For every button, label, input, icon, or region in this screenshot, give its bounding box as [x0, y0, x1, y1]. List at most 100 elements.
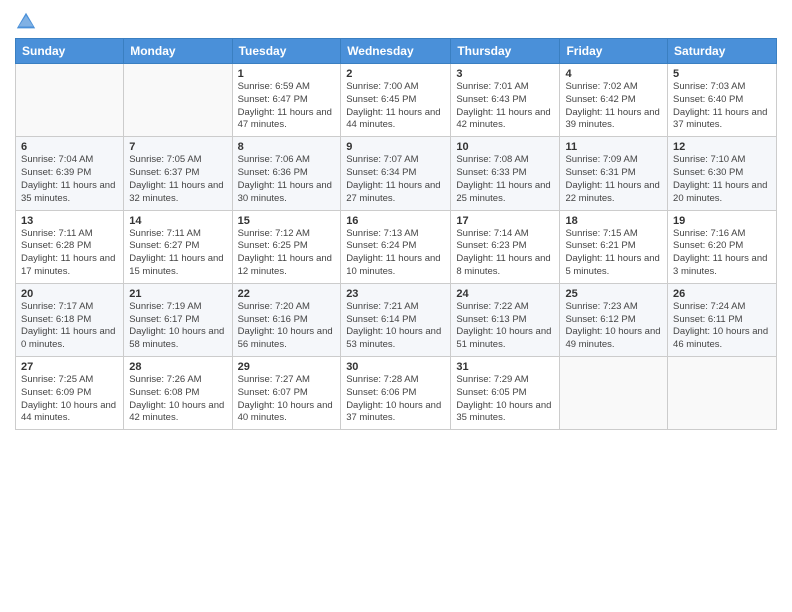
calendar-cell: 27Sunrise: 7:25 AM Sunset: 6:09 PM Dayli…: [16, 357, 124, 430]
calendar-cell: [560, 357, 668, 430]
calendar-cell: 14Sunrise: 7:11 AM Sunset: 6:27 PM Dayli…: [124, 210, 232, 283]
day-number: 25: [565, 288, 662, 300]
day-number: 31: [456, 361, 554, 373]
day-number: 17: [456, 215, 554, 227]
calendar-cell: 7Sunrise: 7:05 AM Sunset: 6:37 PM Daylig…: [124, 137, 232, 210]
day-number: 27: [21, 361, 118, 373]
calendar-week-row: 1Sunrise: 6:59 AM Sunset: 6:47 PM Daylig…: [16, 64, 777, 137]
day-number: 15: [238, 215, 336, 227]
day-number: 19: [673, 215, 771, 227]
calendar-cell: 12Sunrise: 7:10 AM Sunset: 6:30 PM Dayli…: [668, 137, 777, 210]
calendar-cell: 4Sunrise: 7:02 AM Sunset: 6:42 PM Daylig…: [560, 64, 668, 137]
day-number: 30: [346, 361, 445, 373]
day-number: 22: [238, 288, 336, 300]
day-detail: Sunrise: 7:25 AM Sunset: 6:09 PM Dayligh…: [21, 374, 118, 425]
calendar-day-header: Thursday: [451, 39, 560, 64]
day-detail: Sunrise: 7:05 AM Sunset: 6:37 PM Dayligh…: [129, 154, 226, 205]
day-detail: Sunrise: 7:11 AM Sunset: 6:28 PM Dayligh…: [21, 228, 118, 279]
calendar-cell: 1Sunrise: 6:59 AM Sunset: 6:47 PM Daylig…: [232, 64, 341, 137]
calendar-table: SundayMondayTuesdayWednesdayThursdayFrid…: [15, 38, 777, 430]
day-detail: Sunrise: 7:17 AM Sunset: 6:18 PM Dayligh…: [21, 301, 118, 352]
day-detail: Sunrise: 7:15 AM Sunset: 6:21 PM Dayligh…: [565, 228, 662, 279]
day-detail: Sunrise: 7:19 AM Sunset: 6:17 PM Dayligh…: [129, 301, 226, 352]
logo-icon: [15, 10, 37, 32]
calendar-cell: 6Sunrise: 7:04 AM Sunset: 6:39 PM Daylig…: [16, 137, 124, 210]
day-detail: Sunrise: 7:07 AM Sunset: 6:34 PM Dayligh…: [346, 154, 445, 205]
day-detail: Sunrise: 7:10 AM Sunset: 6:30 PM Dayligh…: [673, 154, 771, 205]
calendar-cell: 11Sunrise: 7:09 AM Sunset: 6:31 PM Dayli…: [560, 137, 668, 210]
day-detail: Sunrise: 7:22 AM Sunset: 6:13 PM Dayligh…: [456, 301, 554, 352]
calendar-week-row: 13Sunrise: 7:11 AM Sunset: 6:28 PM Dayli…: [16, 210, 777, 283]
calendar-cell: 26Sunrise: 7:24 AM Sunset: 6:11 PM Dayli…: [668, 283, 777, 356]
calendar-cell: 9Sunrise: 7:07 AM Sunset: 6:34 PM Daylig…: [341, 137, 451, 210]
calendar-header-row: SundayMondayTuesdayWednesdayThursdayFrid…: [16, 39, 777, 64]
day-number: 18: [565, 215, 662, 227]
day-number: 20: [21, 288, 118, 300]
day-number: 28: [129, 361, 226, 373]
day-detail: Sunrise: 7:14 AM Sunset: 6:23 PM Dayligh…: [456, 228, 554, 279]
calendar-week-row: 6Sunrise: 7:04 AM Sunset: 6:39 PM Daylig…: [16, 137, 777, 210]
day-number: 8: [238, 141, 336, 153]
calendar-cell: 24Sunrise: 7:22 AM Sunset: 6:13 PM Dayli…: [451, 283, 560, 356]
day-number: 13: [21, 215, 118, 227]
calendar-cell: 16Sunrise: 7:13 AM Sunset: 6:24 PM Dayli…: [341, 210, 451, 283]
calendar-cell: 28Sunrise: 7:26 AM Sunset: 6:08 PM Dayli…: [124, 357, 232, 430]
day-detail: Sunrise: 7:04 AM Sunset: 6:39 PM Dayligh…: [21, 154, 118, 205]
calendar-cell: 15Sunrise: 7:12 AM Sunset: 6:25 PM Dayli…: [232, 210, 341, 283]
calendar-cell: 21Sunrise: 7:19 AM Sunset: 6:17 PM Dayli…: [124, 283, 232, 356]
calendar-week-row: 27Sunrise: 7:25 AM Sunset: 6:09 PM Dayli…: [16, 357, 777, 430]
day-detail: Sunrise: 7:02 AM Sunset: 6:42 PM Dayligh…: [565, 81, 662, 132]
calendar-day-header: Wednesday: [341, 39, 451, 64]
day-detail: Sunrise: 7:21 AM Sunset: 6:14 PM Dayligh…: [346, 301, 445, 352]
calendar-cell: 18Sunrise: 7:15 AM Sunset: 6:21 PM Dayli…: [560, 210, 668, 283]
calendar-cell: 8Sunrise: 7:06 AM Sunset: 6:36 PM Daylig…: [232, 137, 341, 210]
day-number: 7: [129, 141, 226, 153]
day-detail: Sunrise: 7:24 AM Sunset: 6:11 PM Dayligh…: [673, 301, 771, 352]
day-detail: Sunrise: 7:06 AM Sunset: 6:36 PM Dayligh…: [238, 154, 336, 205]
day-number: 2: [346, 68, 445, 80]
day-detail: Sunrise: 7:11 AM Sunset: 6:27 PM Dayligh…: [129, 228, 226, 279]
calendar-cell: 5Sunrise: 7:03 AM Sunset: 6:40 PM Daylig…: [668, 64, 777, 137]
day-number: 23: [346, 288, 445, 300]
day-detail: Sunrise: 7:16 AM Sunset: 6:20 PM Dayligh…: [673, 228, 771, 279]
calendar-day-header: Saturday: [668, 39, 777, 64]
calendar-day-header: Sunday: [16, 39, 124, 64]
day-number: 12: [673, 141, 771, 153]
header: [15, 10, 777, 32]
calendar-cell: 20Sunrise: 7:17 AM Sunset: 6:18 PM Dayli…: [16, 283, 124, 356]
day-number: 21: [129, 288, 226, 300]
day-detail: Sunrise: 7:20 AM Sunset: 6:16 PM Dayligh…: [238, 301, 336, 352]
day-number: 14: [129, 215, 226, 227]
page: SundayMondayTuesdayWednesdayThursdayFrid…: [0, 0, 792, 612]
day-detail: Sunrise: 7:27 AM Sunset: 6:07 PM Dayligh…: [238, 374, 336, 425]
day-detail: Sunrise: 7:26 AM Sunset: 6:08 PM Dayligh…: [129, 374, 226, 425]
calendar-week-row: 20Sunrise: 7:17 AM Sunset: 6:18 PM Dayli…: [16, 283, 777, 356]
calendar-cell: 30Sunrise: 7:28 AM Sunset: 6:06 PM Dayli…: [341, 357, 451, 430]
calendar-cell: [16, 64, 124, 137]
calendar-cell: 3Sunrise: 7:01 AM Sunset: 6:43 PM Daylig…: [451, 64, 560, 137]
day-number: 5: [673, 68, 771, 80]
day-detail: Sunrise: 7:01 AM Sunset: 6:43 PM Dayligh…: [456, 81, 554, 132]
day-number: 26: [673, 288, 771, 300]
day-detail: Sunrise: 7:12 AM Sunset: 6:25 PM Dayligh…: [238, 228, 336, 279]
day-number: 9: [346, 141, 445, 153]
day-number: 4: [565, 68, 662, 80]
calendar-day-header: Tuesday: [232, 39, 341, 64]
day-number: 1: [238, 68, 336, 80]
day-detail: Sunrise: 7:08 AM Sunset: 6:33 PM Dayligh…: [456, 154, 554, 205]
calendar-cell: [668, 357, 777, 430]
day-number: 16: [346, 215, 445, 227]
day-number: 11: [565, 141, 662, 153]
day-number: 3: [456, 68, 554, 80]
day-number: 29: [238, 361, 336, 373]
day-detail: Sunrise: 7:00 AM Sunset: 6:45 PM Dayligh…: [346, 81, 445, 132]
logo: [15, 10, 37, 32]
day-detail: Sunrise: 7:13 AM Sunset: 6:24 PM Dayligh…: [346, 228, 445, 279]
day-detail: Sunrise: 6:59 AM Sunset: 6:47 PM Dayligh…: [238, 81, 336, 132]
calendar-cell: 29Sunrise: 7:27 AM Sunset: 6:07 PM Dayli…: [232, 357, 341, 430]
day-number: 6: [21, 141, 118, 153]
calendar-day-header: Monday: [124, 39, 232, 64]
calendar-cell: 25Sunrise: 7:23 AM Sunset: 6:12 PM Dayli…: [560, 283, 668, 356]
day-detail: Sunrise: 7:09 AM Sunset: 6:31 PM Dayligh…: [565, 154, 662, 205]
day-detail: Sunrise: 7:28 AM Sunset: 6:06 PM Dayligh…: [346, 374, 445, 425]
